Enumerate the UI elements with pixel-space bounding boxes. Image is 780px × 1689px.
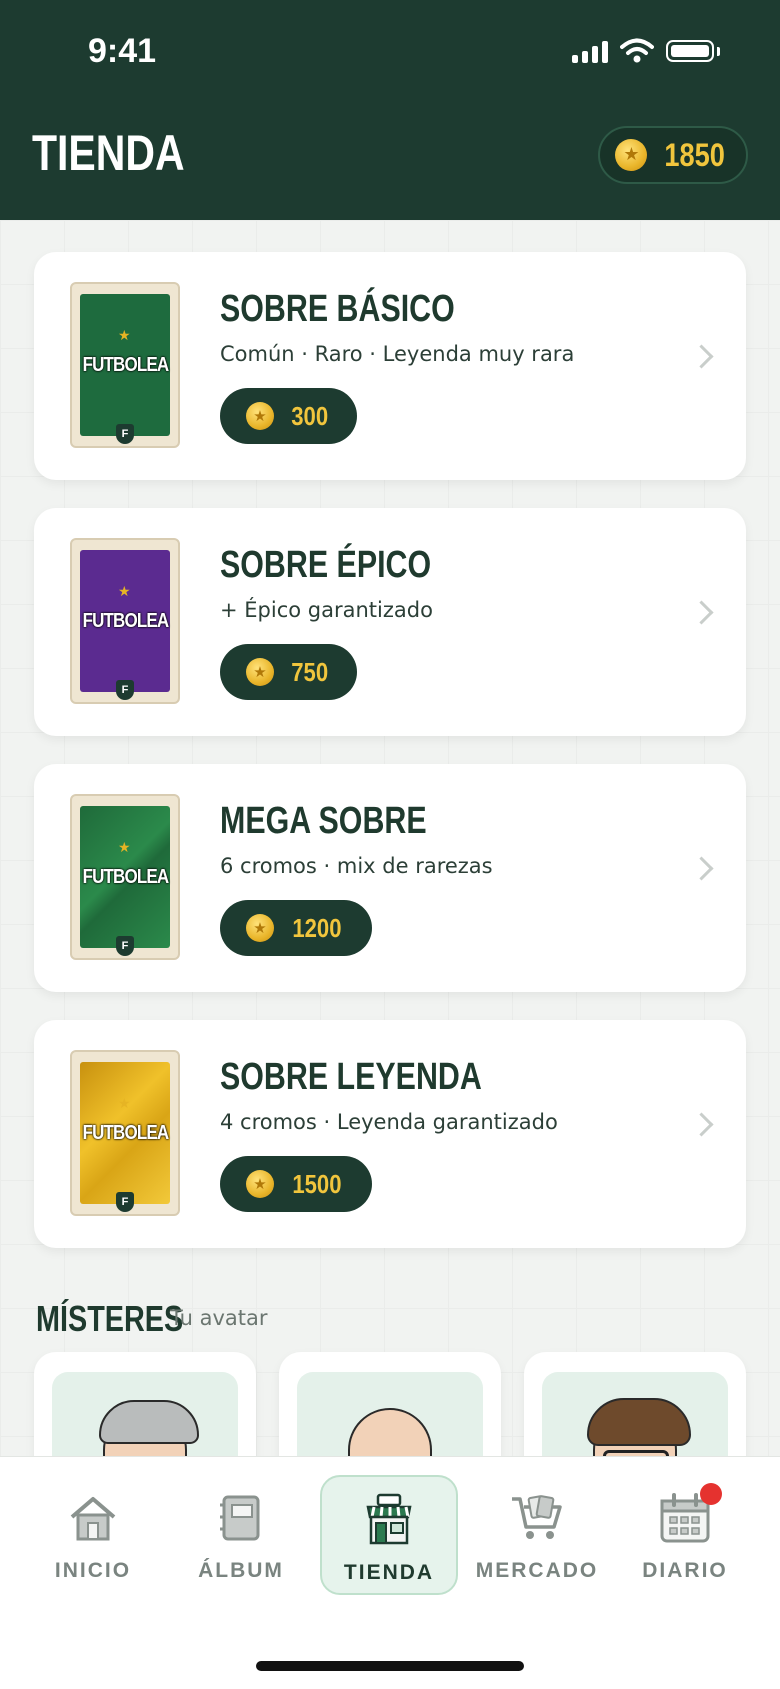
app-header: 9:41 TIENDA ★ 1850: [0, 0, 780, 220]
home-indicator: [256, 1661, 524, 1671]
wifi-icon: [620, 38, 654, 63]
home-icon: [70, 1497, 116, 1541]
pack-name: MEGA SOBRE: [220, 800, 427, 842]
nav-label: TIENDA: [343, 1561, 435, 1584]
section-title: MÍSTERES: [36, 1298, 184, 1339]
chevron-right-icon: [689, 600, 714, 625]
pack-description: Común · Raro · Leyenda muy rara: [220, 342, 575, 366]
price-button[interactable]: ★ 750: [220, 644, 358, 700]
price-value: 1500: [292, 1168, 342, 1199]
price-button[interactable]: ★ 1500: [220, 1156, 372, 1212]
coin-icon: ★: [246, 1170, 274, 1198]
avatar-hair: [587, 1398, 691, 1446]
pack-badge: F: [116, 680, 134, 700]
pack-image: FUTBOLEA ★ F: [70, 538, 180, 704]
nav-item-album[interactable]: ÁLBUM: [172, 1475, 310, 1595]
avatar-hair: [99, 1400, 199, 1444]
calendar-icon-wrap: [658, 1483, 722, 1545]
coin-icon: ★: [615, 139, 648, 171]
battery-icon: [666, 40, 714, 62]
chevron-right-icon: [689, 344, 714, 369]
cart-icon: [512, 1495, 562, 1539]
battery-tip: [717, 46, 720, 56]
coin-icon: ★: [246, 658, 274, 686]
pack-name: SOBRE BÁSICO: [220, 288, 455, 330]
price-button[interactable]: ★ 1200: [220, 900, 372, 956]
pack-badge: F: [116, 1192, 134, 1212]
pack-badge: F: [116, 424, 134, 444]
nav-label: DIARIO: [642, 1559, 728, 1582]
pack-logo: FUTBOLEA: [82, 353, 169, 376]
pack-description: 4 cromos · Leyenda garantizado: [220, 1110, 558, 1134]
store-icon: [366, 1493, 412, 1545]
star-icon: ★: [118, 840, 131, 856]
chevron-right-icon: [689, 1112, 714, 1137]
coin-icon: ★: [246, 402, 274, 430]
pack-image: FUTBOLEA ★ F: [70, 1050, 180, 1216]
pack-card-epico[interactable]: FUTBOLEA ★ F SOBRE ÉPICO + Épico garanti…: [34, 508, 746, 736]
pack-logo: FUTBOLEA: [82, 865, 169, 888]
nav-item-inicio[interactable]: INICIO: [24, 1475, 162, 1595]
chevron-right-icon: [689, 856, 714, 881]
pack-logo: FUTBOLEA: [82, 609, 169, 632]
price-value: 1200: [292, 912, 342, 943]
pack-card-basico[interactable]: FUTBOLEA ★ F SOBRE BÁSICO Común · Raro ·…: [34, 252, 746, 480]
pack-description: + Épico garantizado: [220, 598, 433, 622]
pack-logo: FUTBOLEA: [82, 1121, 169, 1144]
status-icons: [572, 38, 720, 64]
nav-label: ÁLBUM: [198, 1559, 284, 1582]
coin-balance[interactable]: ★ 1850: [598, 126, 748, 184]
price-value: 300: [291, 400, 329, 431]
pack-name: SOBRE LEYENDA: [220, 1056, 482, 1098]
section-subtitle: Tu avatar: [170, 1306, 268, 1330]
nav-label: MERCADO: [475, 1559, 599, 1582]
pack-name: SOBRE ÉPICO: [220, 544, 432, 586]
pack-card-mega[interactable]: FUTBOLEA ★ F MEGA SOBRE 6 cromos · mix d…: [34, 764, 746, 992]
coin-balance-value: 1850: [664, 136, 726, 173]
nav-label: INICIO: [54, 1559, 132, 1582]
pack-badge: F: [116, 936, 134, 956]
pack-description: 6 cromos · mix de rarezas: [220, 854, 493, 878]
nav-item-tienda[interactable]: TIENDA: [320, 1475, 458, 1595]
album-icon: [220, 1495, 260, 1541]
pack-image: FUTBOLEA ★ F: [70, 794, 180, 960]
price-value: 750: [291, 656, 329, 687]
bottom-nav: INICIO ÁLBUM TIENDA MERCADO DIARIO: [0, 1456, 780, 1689]
star-icon: ★: [118, 328, 131, 344]
star-icon: ★: [118, 584, 131, 600]
nav-item-diario[interactable]: DIARIO: [616, 1475, 754, 1595]
coin-icon: ★: [246, 914, 274, 942]
signal-icon: [572, 39, 608, 63]
nav-item-mercado[interactable]: MERCADO: [468, 1475, 606, 1595]
page-title: TIENDA: [32, 125, 185, 181]
notification-dot: [700, 1483, 722, 1505]
pack-card-leyenda[interactable]: FUTBOLEA ★ F SOBRE LEYENDA 4 cromos · Le…: [34, 1020, 746, 1248]
status-time: 9:41: [88, 32, 157, 70]
price-button[interactable]: ★ 300: [220, 388, 358, 444]
pack-image: FUTBOLEA ★ F: [70, 282, 180, 448]
star-icon: ★: [118, 1096, 131, 1112]
